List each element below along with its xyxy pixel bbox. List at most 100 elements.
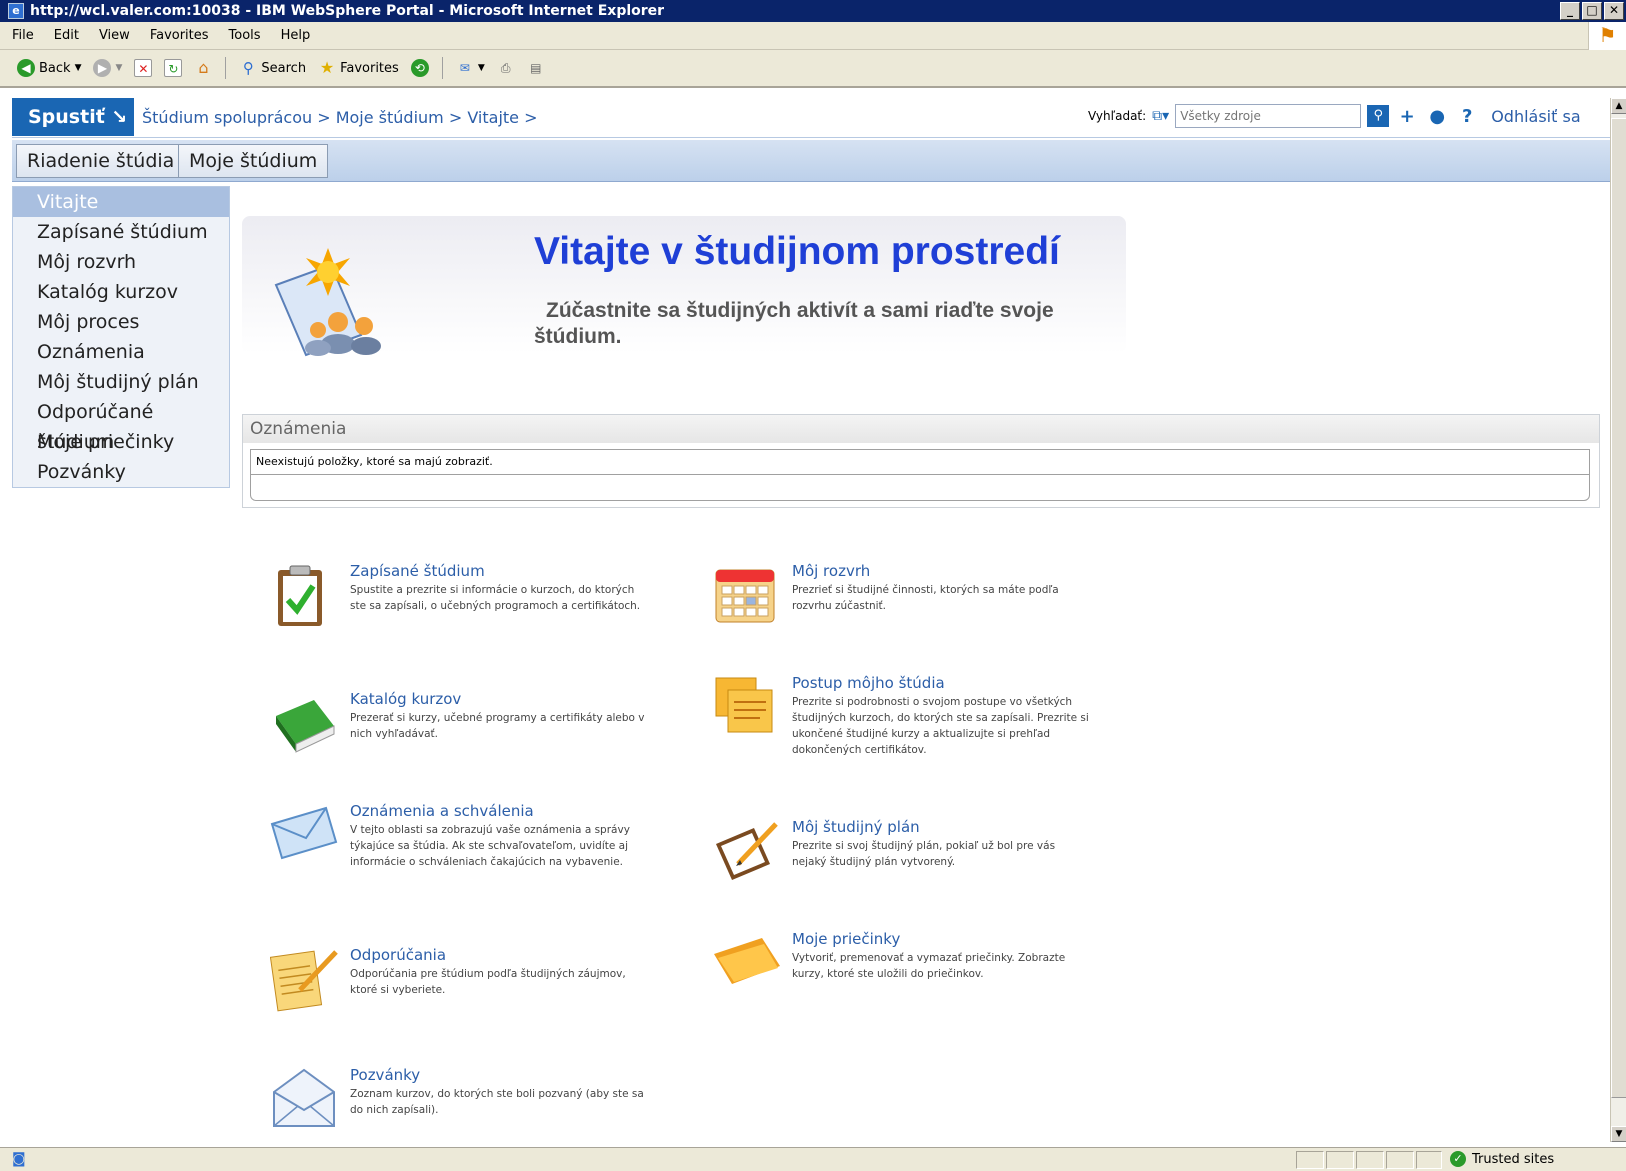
chevron-down-icon[interactable]: ▼ (75, 63, 82, 73)
search-icon: ⚲ (242, 59, 254, 77)
welcome-title: Vitajte v študijnom prostredí (534, 230, 1060, 273)
mail-icon: ✉ (459, 61, 470, 75)
maximize-icon[interactable]: □ (1582, 2, 1602, 20)
page-status-icon: ◙ (12, 1151, 26, 1167)
search-button[interactable]: ⚲ Search (236, 59, 309, 77)
nav-item-moj-rozvrh[interactable]: Môj rozvrh (13, 247, 229, 277)
breadcrumb[interactable]: Štúdium spoluprácou > Moje štúdium > Vit… (142, 108, 538, 127)
chevron-down-icon[interactable]: ▼ (115, 63, 122, 73)
add-icon[interactable]: + (1395, 106, 1419, 127)
feature-title[interactable]: Pozvánky (350, 1066, 420, 1084)
clipboard-check-icon (278, 565, 322, 626)
vertical-scrollbar[interactable]: ▲ ▼ (1610, 98, 1626, 1142)
nav-item-zapisane-studium[interactable]: Zapísané štúdium (13, 217, 229, 247)
nav-item-oznamenia[interactable]: Oznámenia (13, 337, 229, 367)
feature-description: Vytvoriť, premenovať a vymazať priečinky… (792, 952, 1066, 980)
nav-item-vitajte[interactable]: Vitajte (13, 187, 229, 217)
feature-title[interactable]: Katalóg kurzov (350, 690, 461, 708)
menu-view[interactable]: View (99, 28, 130, 43)
search-label: Search (261, 60, 307, 76)
calendar-icon (715, 569, 775, 623)
search-scope-icon[interactable]: ⧉▾ (1152, 108, 1169, 124)
chevron-down-icon[interactable]: ▼ (478, 63, 485, 73)
feature-title[interactable]: Odporúčania (350, 946, 446, 964)
print-button[interactable]: ⎙ (494, 59, 518, 77)
feature-title[interactable]: Moje priečinky (792, 930, 900, 948)
tab-riadenie-studia[interactable]: Riadenie štúdia (16, 144, 186, 178)
refresh-icon: ↻ (164, 59, 183, 77)
scrollbar-thumb[interactable] (1611, 118, 1626, 1098)
status-segment (1356, 1151, 1384, 1169)
browser-toolbar: ◀ Back ▼ ▶ ▼ ✕ ↻ ⌂ ⚲ Search ★ Favorites … (0, 50, 1626, 88)
refresh-button[interactable]: ↻ (161, 59, 185, 77)
feature-title[interactable]: Postup môjho štúdia (792, 674, 945, 692)
feature-title[interactable]: Môj rozvrh (792, 562, 870, 580)
menu-file[interactable]: File (12, 28, 34, 43)
forward-button[interactable]: ▶ ▼ (90, 59, 125, 77)
menu-bar: File Edit View Favorites Tools Help ⚑ (0, 22, 1626, 50)
user-icon[interactable]: ● (1425, 106, 1449, 127)
announcements-empty-text: Neexistujú položky, ktoré sa majú zobraz… (251, 450, 1589, 475)
search-input[interactable] (1175, 104, 1362, 128)
stop-button[interactable]: ✕ (131, 59, 155, 77)
notepad-pencil-icon (270, 950, 338, 1012)
home-button[interactable]: ⌂ (191, 59, 215, 77)
scroll-down-icon[interactable]: ▼ (1611, 1126, 1626, 1142)
feature-description: Odporúčania pre štúdium podľa študijných… (350, 968, 626, 996)
feature-description: V tejto oblasti sa zobrazujú vaše oznáme… (350, 824, 630, 868)
welcome-illustration-icon (274, 248, 381, 357)
favorites-button[interactable]: ★ Favorites (315, 59, 402, 77)
status-segment (1386, 1151, 1414, 1169)
minimize-icon[interactable]: _ (1560, 2, 1580, 20)
print-icon: ⎙ (500, 61, 511, 75)
nav-item-pozvanky[interactable]: Pozvánky (13, 457, 229, 487)
back-button[interactable]: ◀ Back ▼ (14, 59, 84, 77)
back-label: Back (39, 60, 71, 76)
history-button[interactable]: ⟲ (408, 59, 432, 77)
help-icon[interactable]: ? (1455, 106, 1479, 127)
search-scope-label: Vyhľadať: (1088, 109, 1147, 123)
left-navigation: Vitajte Zapísané štúdium Môj rozvrh Kata… (12, 186, 230, 488)
scroll-up-icon[interactable]: ▲ (1611, 98, 1626, 114)
ie-icon: e (8, 3, 24, 19)
launch-button[interactable]: Spustiť ↘ (12, 98, 134, 136)
close-icon[interactable]: ✕ (1604, 2, 1624, 20)
open-envelope-icon (273, 1068, 335, 1127)
star-icon: ★ (319, 58, 335, 77)
windows-logo-icon: ⚑ (1588, 22, 1626, 50)
mail-button[interactable]: ✉ ▼ (453, 59, 488, 77)
status-bar: ◙ ✓ Trusted sites (0, 1147, 1626, 1171)
menu-tools[interactable]: Tools (229, 28, 261, 43)
toolbar-separator (441, 57, 443, 79)
nav-item-moj-studijny-plan[interactable]: Môj študijný plán (13, 367, 229, 397)
portal-header: Spustiť ↘ Štúdium spoluprácou > Moje štú… (12, 98, 1612, 138)
feature-title[interactable]: Môj študijný plán (792, 818, 920, 836)
status-segment (1296, 1151, 1324, 1169)
feature-description: Prezrieť si študijné činnosti, ktorých s… (792, 584, 1059, 612)
favorites-label: Favorites (340, 60, 399, 76)
window-title: http://wcl.valer.com:10038 - IBM WebSphe… (30, 3, 665, 19)
toolbar-separator (225, 57, 227, 79)
nav-item-katalog-kurzov[interactable]: Katalóg kurzov (13, 277, 229, 307)
announcements-title: Oznámenia (243, 415, 1599, 443)
nav-item-moje-priecinky[interactable]: Moje priečinky (13, 427, 229, 457)
tab-moje-studium[interactable]: Moje štúdium (178, 144, 329, 178)
security-zone: ✓ Trusted sites (1450, 1151, 1554, 1167)
nav-item-moj-proces[interactable]: Môj proces (13, 307, 229, 337)
logout-link[interactable]: Odhlásiť sa (1491, 107, 1580, 126)
welcome-banner: Vitajte v študijnom prostredí Zúčastnite… (242, 216, 1126, 357)
welcome-subtitle: Zúčastnite sa študijných aktivít a sami … (534, 299, 1054, 348)
edit-button[interactable]: ▤ (524, 59, 548, 77)
menu-help[interactable]: Help (281, 28, 311, 43)
nav-item-odporucane-studium[interactable]: Odporúčané štúdium (13, 397, 229, 453)
menu-edit[interactable]: Edit (54, 28, 79, 43)
clipboard-pencil-icon (716, 822, 778, 880)
feature-title[interactable]: Oznámenia a schválenia (350, 802, 534, 820)
window-title-bar: e http://wcl.valer.com:10038 - IBM WebSp… (0, 0, 1626, 22)
menu-favorites[interactable]: Favorites (150, 28, 209, 43)
back-arrow-icon: ◀ (17, 59, 35, 77)
feature-title[interactable]: Zapísané štúdium (350, 562, 485, 580)
history-icon: ⟲ (410, 59, 429, 77)
search-go-button[interactable]: ⚲ (1367, 105, 1390, 127)
trusted-check-icon: ✓ (1450, 1151, 1466, 1167)
